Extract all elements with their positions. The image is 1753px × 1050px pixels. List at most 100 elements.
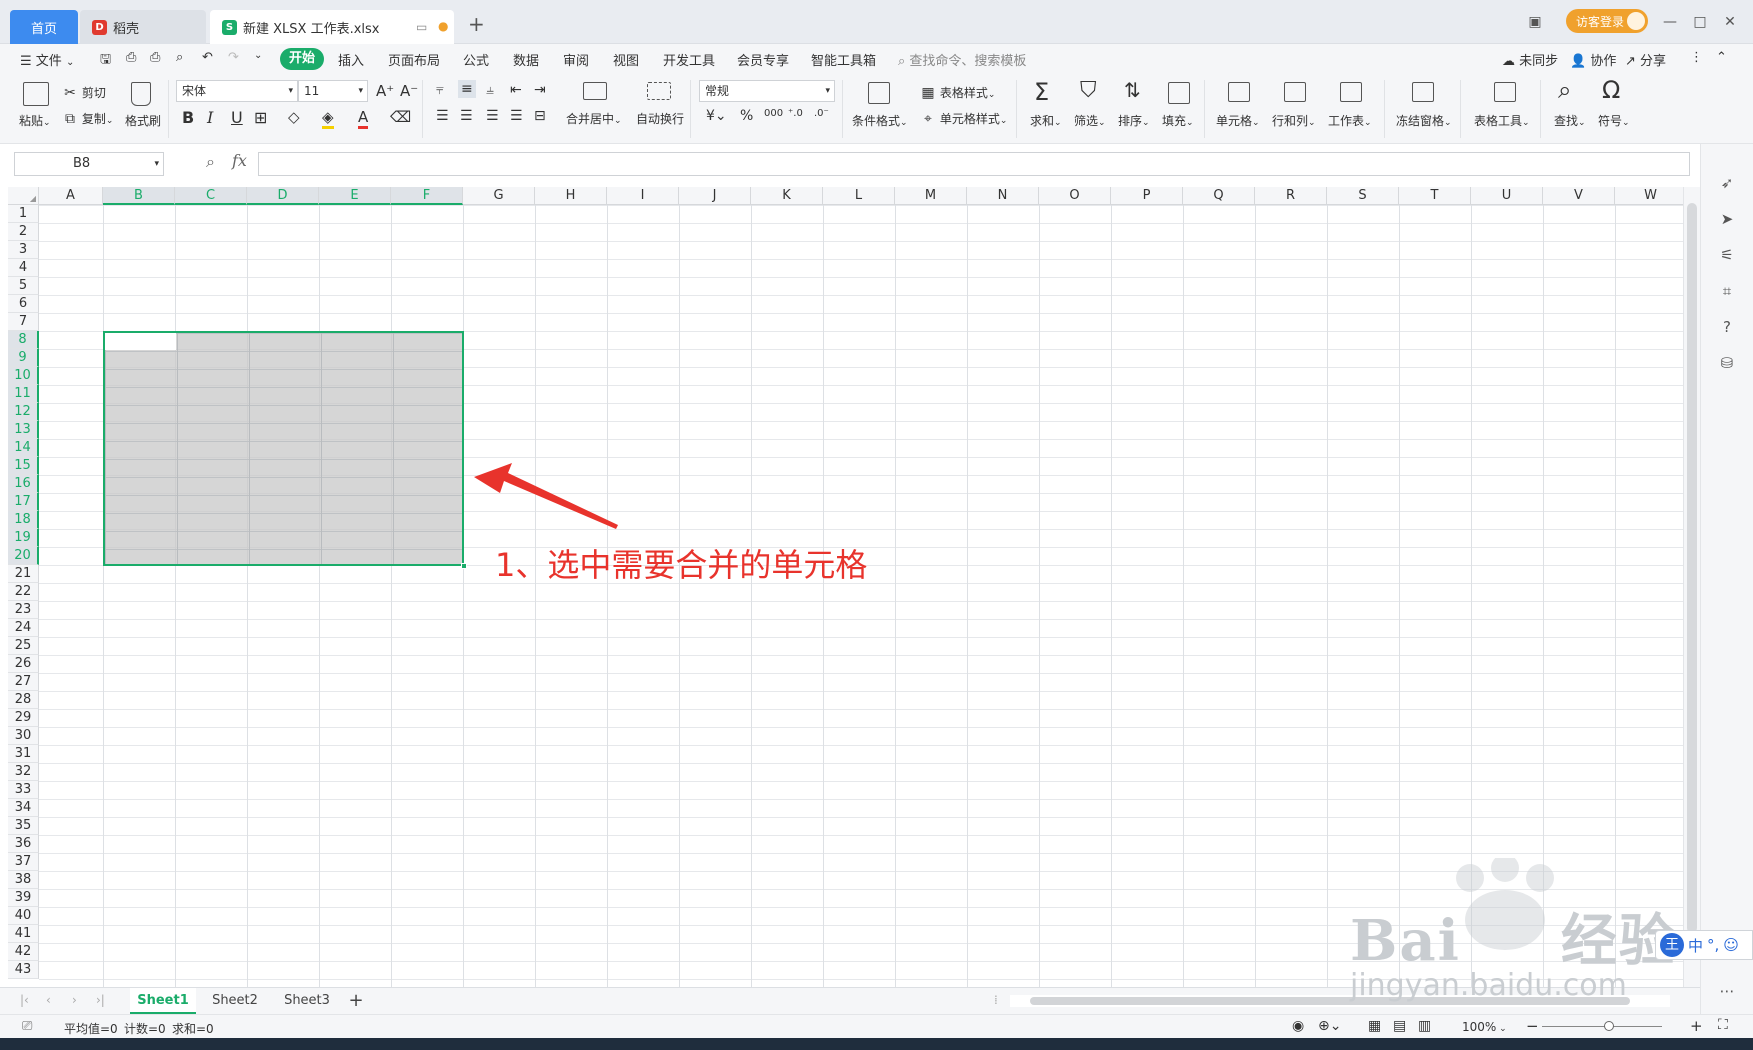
row-header-21[interactable]: 21 (8, 565, 39, 583)
zoom-select[interactable]: 100% ⌄ (1462, 1020, 1507, 1034)
column-header-c[interactable]: C (175, 187, 247, 205)
row-header-40[interactable]: 40 (8, 907, 39, 925)
row-header-26[interactable]: 26 (8, 655, 39, 673)
align-bottom-icon[interactable]: ⫨ (486, 82, 494, 98)
zoom-in-icon[interactable]: + (1690, 1017, 1703, 1035)
tab-insert[interactable]: 插入 (338, 50, 364, 69)
decrease-font-icon[interactable]: A⁻ (400, 82, 418, 100)
tab-view[interactable]: 视图 (613, 50, 639, 69)
find-button[interactable]: 查找⌄ (1554, 112, 1586, 129)
cut-button[interactable]: ✂ 剪切 (62, 84, 106, 101)
row-header-36[interactable]: 36 (8, 835, 39, 853)
tab-developer[interactable]: 开发工具 (663, 50, 715, 69)
sheet-tab-sheet1[interactable]: Sheet1 (130, 988, 196, 1014)
wrap-text-button[interactable]: 自动换行 (636, 110, 684, 127)
row-header-30[interactable]: 30 (8, 727, 39, 745)
conditional-format-icon[interactable] (868, 82, 890, 104)
find-icon[interactable]: ⌕ (1558, 76, 1571, 104)
backup-icon[interactable]: ⛁ (1717, 354, 1737, 374)
font-name-select[interactable]: 宋体 ▾ (176, 80, 298, 102)
borders-icon[interactable]: ⊞ (254, 108, 267, 127)
rocket-icon[interactable]: ➶ (1717, 174, 1737, 194)
tab-smart-toolbox[interactable]: 智能工具箱 (811, 50, 876, 69)
tab-home[interactable]: 首页 (10, 10, 78, 44)
column-header-r[interactable]: R (1255, 187, 1327, 205)
row-header-11[interactable]: 11 (8, 385, 39, 403)
rows-cols-icon[interactable] (1284, 82, 1306, 102)
freeze-panes-button[interactable]: 冻结窗格⌄ (1396, 112, 1452, 129)
shape-fill-icon[interactable]: ◇ (288, 108, 300, 126)
row-header-6[interactable]: 6 (8, 295, 39, 313)
copy-button[interactable]: ⧉ 复制⌄ (62, 110, 113, 127)
zoom-out-icon[interactable]: − (1526, 1017, 1539, 1035)
worksheet-icon[interactable] (1340, 82, 1362, 102)
guest-login-button[interactable]: 访客登录 (1566, 9, 1648, 33)
export-icon[interactable]: ⎙ (126, 50, 136, 65)
help-icon[interactable]: ? (1717, 318, 1737, 338)
fill-handle[interactable] (461, 563, 467, 569)
column-header-l[interactable]: L (823, 187, 895, 205)
row-header-34[interactable]: 34 (8, 799, 39, 817)
row-header-5[interactable]: 5 (8, 277, 39, 295)
settings-sliders-icon[interactable]: ⚟ (1717, 246, 1737, 266)
active-cell[interactable] (105, 333, 176, 350)
row-header-31[interactable]: 31 (8, 745, 39, 763)
table-tools-icon[interactable] (1494, 82, 1516, 102)
row-header-24[interactable]: 24 (8, 619, 39, 637)
column-header-i[interactable]: I (607, 187, 679, 205)
sort-button[interactable]: 排序⌄ (1118, 112, 1150, 129)
column-header-a[interactable]: A (39, 187, 103, 205)
font-color-icon[interactable]: A (358, 108, 369, 129)
print-preview-icon[interactable]: ⌕ (176, 50, 183, 65)
row-header-28[interactable]: 28 (8, 691, 39, 709)
vertical-scrollbar[interactable] (1683, 187, 1700, 987)
tab-page-layout[interactable]: 页面布局 (388, 50, 440, 69)
zoom-slider-track[interactable] (1542, 1026, 1662, 1027)
column-header-e[interactable]: E (319, 187, 391, 205)
omega-icon[interactable]: Ω (1602, 76, 1620, 104)
align-middle-icon[interactable]: ≡ (458, 80, 476, 98)
fullscreen-icon[interactable]: ⛶ (1718, 1017, 1728, 1033)
sum-button[interactable]: 求和⌄ (1030, 112, 1062, 129)
row-header-38[interactable]: 38 (8, 871, 39, 889)
symbol-button[interactable]: 符号⌄ (1598, 112, 1630, 129)
quick-access-dropdown-icon[interactable]: ⌄ (254, 50, 262, 61)
row-header-14[interactable]: 14 (8, 439, 39, 457)
increase-font-icon[interactable]: A⁺ (376, 82, 394, 100)
column-header-f[interactable]: F (391, 187, 463, 205)
paste-button[interactable]: 粘贴⌄ (19, 112, 51, 129)
tab-review[interactable]: 审阅 (563, 50, 589, 69)
row-header-41[interactable]: 41 (8, 925, 39, 943)
filter-button[interactable]: 筛选⌄ (1074, 112, 1106, 129)
add-sheet-button[interactable]: + (346, 988, 366, 1014)
cells-button[interactable]: 单元格⌄ (1216, 112, 1260, 129)
row-header-42[interactable]: 42 (8, 943, 39, 961)
tab-start[interactable]: 开始 (280, 48, 324, 70)
row-header-17[interactable]: 17 (8, 493, 39, 511)
file-menu[interactable]: ☰ 文件 ⌄ (20, 50, 74, 69)
align-left-icon[interactable]: ☰ (436, 108, 449, 124)
first-sheet-icon[interactable]: |‹ (20, 993, 29, 1007)
wrap-text-icon[interactable] (647, 82, 671, 100)
more-dots-icon[interactable]: ⋯ (1717, 982, 1737, 1002)
macro-icon[interactable]: ⎚ (22, 1019, 32, 1034)
row-header-1[interactable]: 1 (8, 205, 39, 223)
merge-center-icon[interactable] (583, 82, 607, 100)
page-layout-view-icon[interactable]: ▤ (1393, 1018, 1406, 1034)
column-header-d[interactable]: D (247, 187, 319, 205)
row-header-2[interactable]: 2 (8, 223, 39, 241)
worksheet-button[interactable]: 工作表⌄ (1328, 112, 1372, 129)
hscroll-grip-icon[interactable]: ⁞ (994, 993, 998, 1007)
undo-icon[interactable]: ↶ (202, 50, 213, 65)
more-icon[interactable]: ⋮ (1690, 50, 1703, 65)
decrease-indent-icon[interactable]: ⇤ (510, 82, 522, 98)
column-header-s[interactable]: S (1327, 187, 1399, 205)
align-top-icon[interactable]: ⫧ (436, 82, 444, 98)
minimize-icon[interactable]: — (1660, 12, 1680, 32)
crop-icon[interactable]: ⌗ (1717, 282, 1737, 302)
tab-formulas[interactable]: 公式 (463, 50, 489, 69)
cell-style-button[interactable]: ⌖ 单元格样式⌄ (920, 110, 1007, 127)
thousands-icon[interactable]: 000 (764, 108, 783, 119)
cells-icon[interactable] (1228, 82, 1250, 102)
sum-icon[interactable]: Σ (1034, 78, 1049, 106)
